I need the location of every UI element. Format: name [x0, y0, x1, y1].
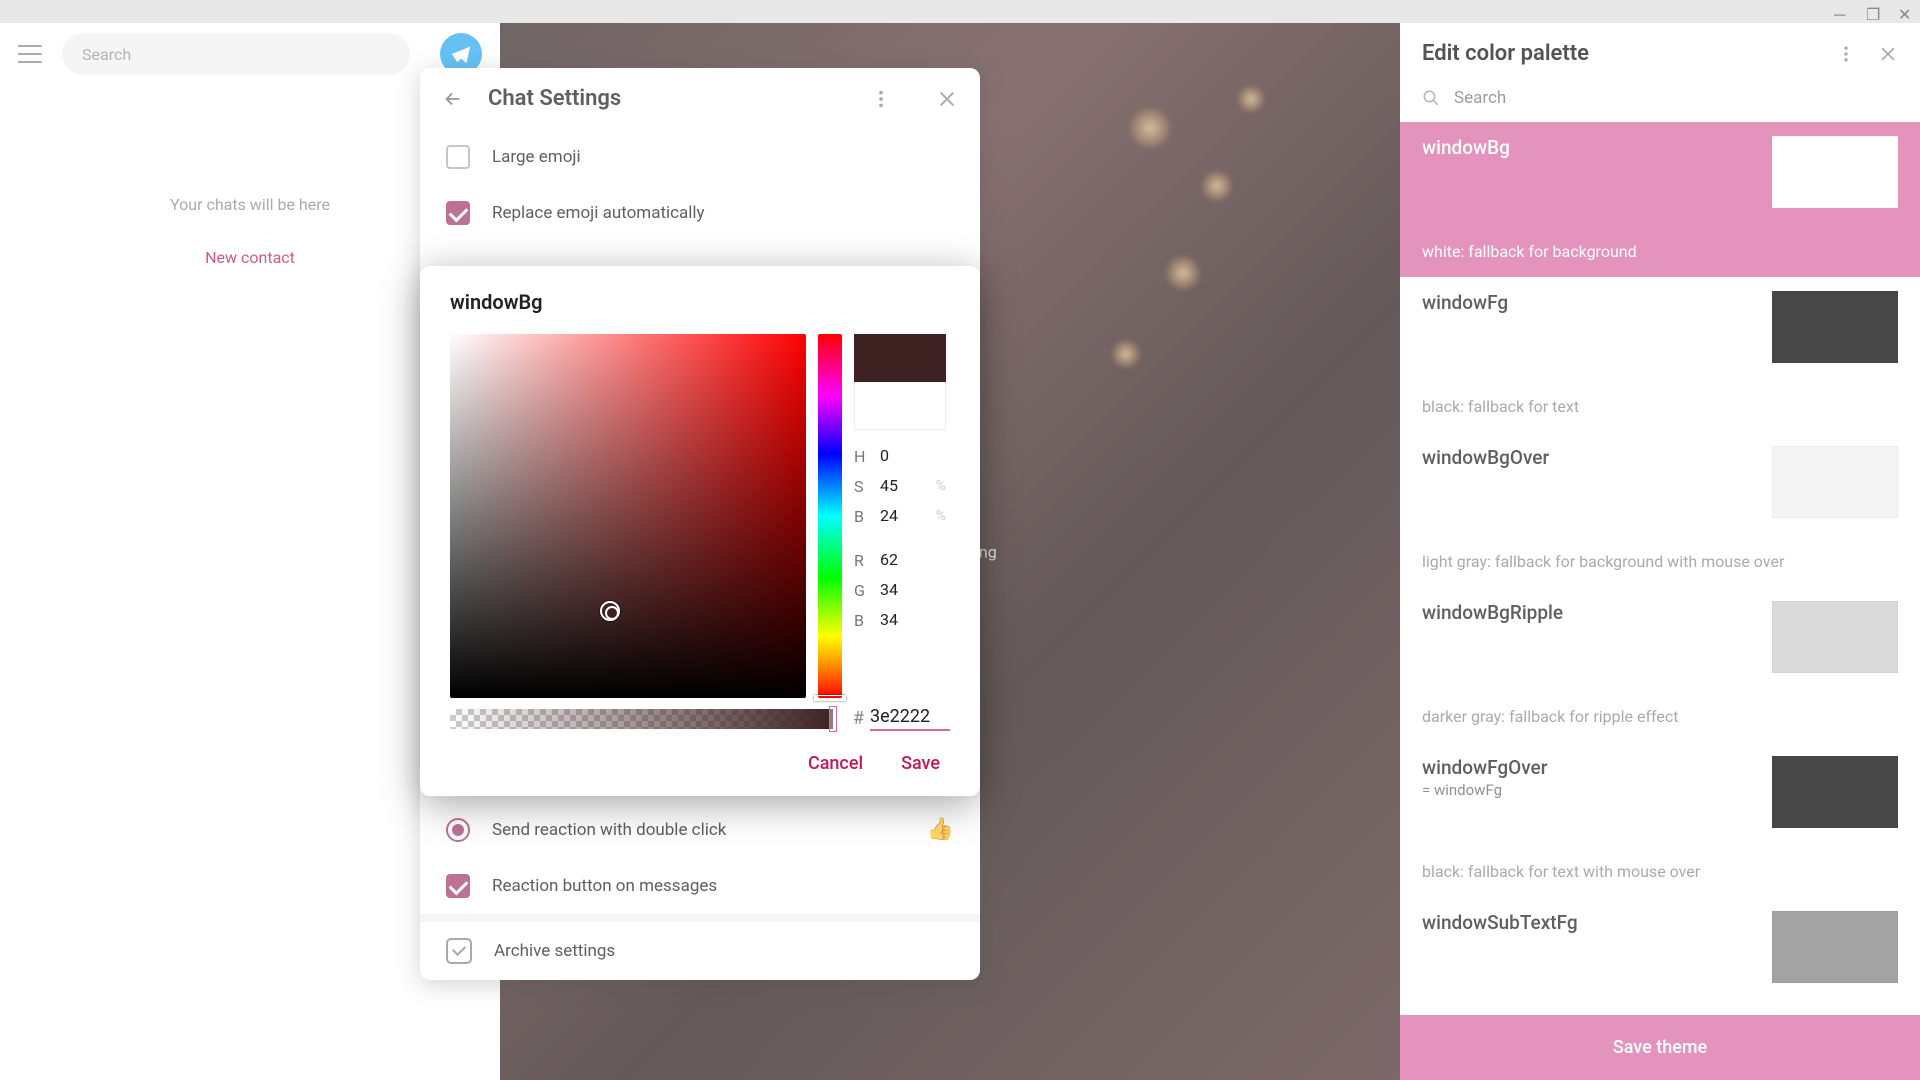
g-label: G [854, 581, 870, 600]
reaction-button-checkbox[interactable]: Reaction button on messages [420, 858, 980, 914]
new-color-swatch [854, 334, 946, 382]
alpha-cursor[interactable] [829, 706, 837, 732]
palette-swatch [1772, 136, 1898, 208]
palette-item-windowBgOver[interactable]: windowBgOver light gray: fallback for bac… [1400, 432, 1920, 587]
window-maximize-icon[interactable]: ❐ [1866, 5, 1880, 19]
hex-input[interactable] [870, 706, 950, 731]
sb-cursor[interactable] [600, 601, 620, 621]
palette-item-name: windowSubTextFg [1422, 911, 1578, 934]
palette-item-name: windowBgOver [1422, 446, 1549, 469]
palette-item-desc: darker gray: fallback for ripple effect [1422, 707, 1898, 726]
save-theme-button[interactable]: Save theme [1400, 1015, 1920, 1080]
color-picker-modal: windowBg H0 S45% B24% R62 G34 B34 # Canc [420, 266, 980, 796]
palette-item-sub: = windowFg [1422, 781, 1547, 799]
r-input[interactable]: 62 [880, 550, 946, 570]
palette-item-desc: white: fallback for background [1422, 242, 1898, 261]
color-modal-title: windowBg [450, 290, 950, 314]
send-reaction-label: Send reaction with double click [492, 820, 726, 840]
h-label: H [854, 447, 870, 466]
palette-item-windowFg[interactable]: windowFg black: fallback for text [1400, 277, 1920, 432]
settings-title: Chat Settings [488, 86, 846, 111]
more-icon[interactable] [870, 88, 892, 110]
close-icon[interactable] [936, 88, 958, 110]
send-reaction-radio[interactable]: Send reaction with double click 👍 [420, 801, 980, 858]
cancel-button[interactable]: Cancel [808, 753, 863, 774]
panel-title: Edit color palette [1422, 41, 1836, 66]
archive-label: Archive settings [494, 941, 615, 961]
archive-settings-row[interactable]: Archive settings [420, 922, 980, 980]
more-icon[interactable] [1836, 44, 1856, 64]
window-titlebar: ─ ❐ ✕ [0, 0, 1920, 23]
s-label: S [854, 477, 870, 496]
back-icon[interactable] [442, 88, 464, 110]
reaction-button-label: Reaction button on messages [492, 876, 717, 896]
palette-item-desc: light gray: fallback for background with… [1422, 552, 1898, 571]
edit-palette-panel: Edit color palette windowBg white: fallba… [1400, 23, 1920, 1080]
palette-list[interactable]: windowBgwhite: fallback for backgroundwi… [1400, 122, 1920, 1015]
palette-swatch [1772, 601, 1898, 673]
s-input[interactable]: 45 [880, 476, 926, 496]
window-minimize-icon[interactable]: ─ [1834, 5, 1848, 19]
close-icon[interactable] [1878, 44, 1898, 64]
large-emoji-label: Large emoji [492, 147, 581, 167]
archive-icon [446, 938, 472, 964]
palette-swatch [1772, 291, 1898, 363]
palette-item-name: windowFgOver [1422, 756, 1547, 779]
replace-emoji-checkbox[interactable]: Replace emoji automatically [420, 185, 980, 241]
pct-hint: % [936, 508, 946, 524]
palette-swatch [1772, 756, 1898, 828]
b-input[interactable]: 24 [880, 506, 926, 526]
hue-cursor[interactable] [814, 695, 846, 701]
palette-search-input[interactable] [1454, 88, 1898, 108]
old-color-swatch [854, 382, 946, 430]
h-input[interactable]: 0 [880, 446, 946, 466]
save-button[interactable]: Save [901, 753, 940, 774]
r-label: R [854, 551, 870, 570]
palette-item-desc: black: fallback for text with mouse over [1422, 862, 1898, 881]
palette-item-name: windowBgRipple [1422, 601, 1563, 624]
b-label: B [854, 507, 870, 526]
palette-item-name: windowBg [1422, 136, 1510, 159]
hex-label: # [853, 708, 864, 729]
palette-item-windowSubTextFg[interactable]: windowSubTextFggray: fallback for additi… [1400, 897, 1920, 1015]
palette-item-desc: black: fallback for text [1422, 397, 1898, 416]
pct-hint: % [936, 478, 946, 494]
palette-swatch [1772, 911, 1898, 983]
large-emoji-checkbox[interactable]: Large emoji [420, 129, 980, 185]
replace-emoji-label: Replace emoji automatically [492, 203, 705, 223]
hamburger-menu-icon[interactable] [18, 45, 42, 63]
palette-item-windowBgRipple[interactable]: windowBgRipple darker gray: fallback for … [1400, 587, 1920, 742]
saturation-brightness-field[interactable] [450, 334, 806, 698]
reaction-emoji-icon: 👍 [927, 817, 954, 842]
palette-item-windowFgOver[interactable]: windowFgOver = windowFg black: fallback fo… [1400, 742, 1920, 897]
search-input[interactable]: Search [62, 33, 410, 75]
g-input[interactable]: 34 [880, 580, 946, 600]
b2-label: B [854, 611, 870, 630]
window-close-icon[interactable]: ✕ [1898, 5, 1912, 19]
palette-item-windowBg[interactable]: windowBg white: fallback for background [1400, 122, 1920, 277]
b2-input[interactable]: 34 [880, 610, 946, 630]
palette-item-name: windowFg [1422, 291, 1508, 314]
palette-swatch [1772, 446, 1898, 518]
hue-slider[interactable] [818, 334, 842, 698]
alpha-slider[interactable] [450, 709, 833, 729]
search-icon [1422, 89, 1440, 107]
